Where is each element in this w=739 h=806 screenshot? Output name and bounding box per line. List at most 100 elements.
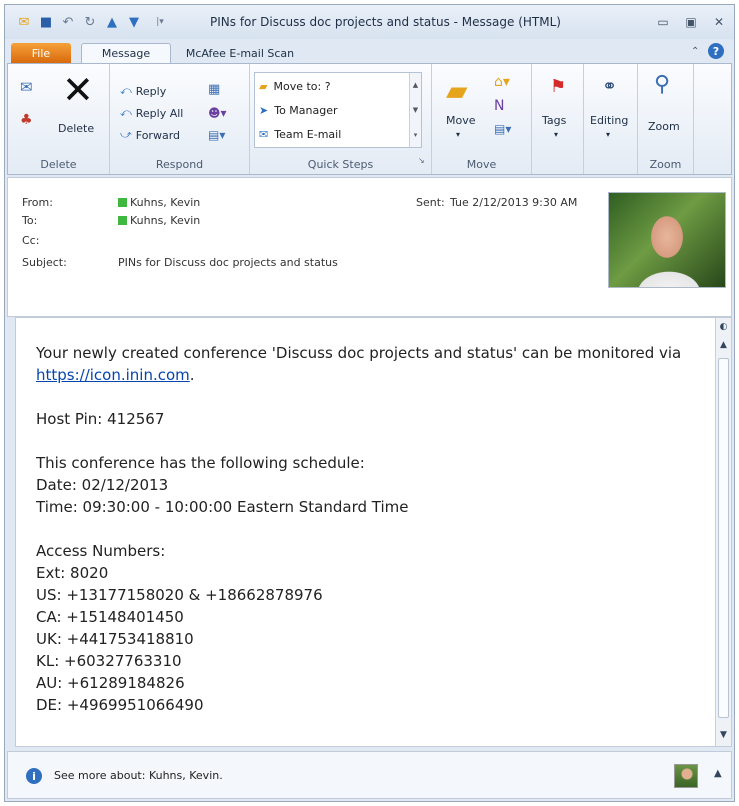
flag-icon[interactable]: ⚑ [550,76,566,97]
access-number: AU: +61289184826 [36,674,185,692]
tab-file[interactable]: File [11,43,71,63]
sent-label: Sent: [416,196,445,209]
actions-icon[interactable]: ▤▾ [494,122,511,136]
previous-item-icon[interactable]: ▲ [103,13,121,31]
maximize-button[interactable]: ▣ [681,14,701,30]
tab-mcafee-email-scan[interactable]: McAfee E-mail Scan [185,43,295,63]
reply-button[interactable]: ⤺ Reply [120,84,166,98]
see-more-text[interactable]: See more about: Kuhns, Kevin. [54,769,223,782]
presence-icon [118,216,127,225]
group-tags: ⚑ Tags ▾ [532,64,584,174]
access-number: KL: +60327763310 [36,652,182,670]
expand-pane-icon[interactable]: ▲ [714,768,722,779]
reply-all-button[interactable]: ⤺ Reply All [120,106,183,120]
group-zoom: ⚲ Zoom Zoom [638,64,694,174]
expand-gallery-icon[interactable]: ▾ [414,131,418,139]
to-name[interactable]: Kuhns, Kevin [130,214,200,227]
scroll-up-icon[interactable]: ▲ [716,338,731,352]
move-folder-icon[interactable]: ▰ [446,74,468,107]
scroll-lock-icon[interactable]: ◐ [716,320,731,334]
ribbon-tabs: File Message McAfee E-mail Scan ⌃ ? [5,39,734,63]
cleanup-icon[interactable]: ♣ [20,112,33,128]
title-bar: ✉ ■ ↶ ↻ ▲ ▼ |▾ PINs for Discuss doc proj… [5,5,734,39]
access-number: DE: +4969951066490 [36,696,204,714]
outlook-message-window: ✉ ■ ↶ ↻ ▲ ▼ |▾ PINs for Discuss doc proj… [4,4,735,802]
to-value[interactable]: Kuhns, Kevin [118,214,200,227]
forward-icon: ⤻ [120,128,132,141]
access-number: Ext: 8020 [36,564,109,582]
ignore-icon[interactable]: ✉ [20,78,33,96]
minimize-button[interactable]: ▭ [653,14,673,30]
help-icon[interactable]: ? [708,43,724,59]
from-value[interactable]: Kuhns, Kevin [118,196,200,209]
quick-step-label: Team E-mail [274,127,342,141]
chevron-down-icon[interactable]: ▾ [606,130,610,139]
quick-step-to-manager[interactable]: ➤ To Manager [259,99,338,121]
customize-toolbar-icon[interactable]: |▾ [151,13,169,31]
quick-steps-scroller[interactable]: ▲ ▼ ▾ [409,73,421,147]
contact-thumbnail[interactable] [674,764,698,788]
message-header: From: Kuhns, Kevin To: Kuhns, Kevin Cc: … [7,177,732,317]
scroll-down-icon[interactable]: ▼ [716,728,731,742]
from-name[interactable]: Kuhns, Kevin [130,196,200,209]
editing-button[interactable]: Editing [590,114,628,127]
group-quick-steps: ▰ Move to: ? ➤ To Manager ✉ Team E-mail ▲ ▼ ▾… [250,64,432,174]
message-text: Your newly created conference 'Discuss d… [36,342,696,738]
intro-end: . [189,366,195,384]
magnifier-icon[interactable]: ⚲ [654,72,670,97]
schedule-date: Date: 02/12/2013 [36,476,169,494]
quick-step-label: Move to: ? [273,79,331,93]
tab-message[interactable]: Message [81,43,171,63]
window-title: PINs for Discuss doc projects and status… [210,15,561,29]
vertical-scrollbar[interactable]: ◐ ▲ ▼ [715,318,731,746]
outlook-envelope-icon: ✉ [18,14,30,30]
group-label: Move [466,158,497,171]
access-header: Access Numbers: [36,542,166,560]
reply-icon: ⤺ [120,84,132,97]
quick-steps-gallery: ▰ Move to: ? ➤ To Manager ✉ Team E-mail ▲ ▼ ▾ [254,72,422,148]
chevron-down-icon[interactable]: ▾ [554,130,558,139]
access-number: UK: +441753418810 [36,630,194,648]
monitor-link[interactable]: https://icon.inin.com [36,366,190,384]
chevron-down-icon[interactable]: ▾ [456,130,460,139]
intro-text: Your newly created conference 'Discuss d… [36,344,682,362]
sent-value: Tue 2/12/2013 9:30 AM [450,196,578,209]
forward-button[interactable]: ⤻ Forward [120,128,180,142]
more-respond-icon[interactable]: ▤▾ [208,128,225,142]
move-button[interactable]: Move [446,114,476,127]
redo-icon[interactable]: ↻ [81,13,99,31]
access-paragraph: Access Numbers: Ext: 8020 US: +131771580… [36,540,696,716]
minimize-ribbon-icon[interactable]: ⌃ [691,46,699,57]
group-label: Zoom [649,158,682,171]
subject-value: PINs for Discuss doc projects and status [118,256,338,269]
tags-button[interactable]: Tags [542,114,566,127]
delete-icon[interactable]: ✕ [62,70,94,110]
presence-icon [118,198,127,207]
sender-photo[interactable] [608,192,726,288]
message-body: Your newly created conference 'Discuss d… [15,317,732,747]
quick-step-team-email[interactable]: ✉ Team E-mail [259,123,341,145]
to-label: To: [22,214,38,227]
group-label: Delete [40,158,77,171]
undo-icon[interactable]: ↶ [59,13,77,31]
group-delete: ✉ ♣ ✕ Delete Delete [8,64,110,174]
team-mail-icon: ✉ [259,127,269,141]
im-icon[interactable]: ☻▾ [208,106,227,120]
meeting-icon[interactable]: ▦ [208,82,220,97]
scroll-thumb[interactable] [718,358,729,718]
quick-step-move-to[interactable]: ▰ Move to: ? [259,75,331,97]
scroll-down-icon[interactable]: ▼ [413,106,418,114]
rules-icon[interactable]: ⌂▾ [494,74,510,90]
zoom-button[interactable]: Zoom [648,120,680,133]
save-icon[interactable]: ■ [37,13,55,31]
reply-all-label: Reply All [135,106,184,120]
scroll-up-icon[interactable]: ▲ [413,81,418,89]
next-item-icon[interactable]: ▼ [125,13,143,31]
delete-button[interactable]: Delete [58,122,94,135]
forward-label: Forward [135,128,181,142]
host-pin: Host Pin: 412567 [36,410,165,428]
close-button[interactable]: ✕ [709,14,729,30]
subject-label: Subject: [22,256,67,269]
onenote-icon[interactable]: N [494,98,504,114]
binoculars-icon[interactable]: ⚭ [602,76,617,97]
